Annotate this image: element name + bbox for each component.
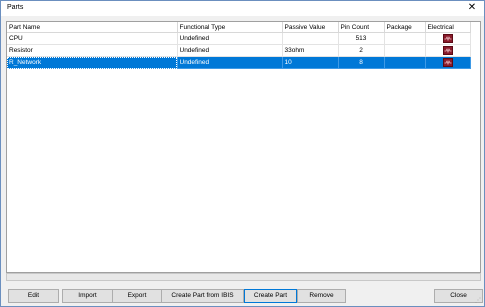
cell-pin-count[interactable]: 513 [338, 32, 385, 45]
cell-package[interactable] [384, 44, 426, 57]
cell-electrical[interactable] [425, 32, 471, 45]
close-icon[interactable]: ✕ [466, 2, 478, 14]
import-button[interactable]: Import [62, 289, 113, 303]
cell-part-name[interactable]: CPU [7, 32, 178, 45]
cell-functional-type[interactable]: Undefined [177, 56, 283, 69]
electrical-model-icon[interactable] [442, 58, 453, 67]
table-row[interactable]: CPU Undefined 513 [7, 32, 471, 45]
table-header-row: Part Name Functional Type Passive Value … [7, 22, 471, 33]
column-header-passive-value[interactable]: Passive Value [282, 22, 339, 33]
cell-passive-value[interactable] [282, 32, 339, 45]
parts-dialog: Parts ✕ Part Name Functional Type Passiv… [0, 0, 485, 307]
horizontal-scrollbar[interactable] [6, 273, 481, 281]
create-part-from-ibis-button[interactable]: Create Part from IBIS [161, 289, 244, 303]
window-title: Parts [7, 4, 24, 11]
button-bar: Edit Import Export Create Part from IBIS… [1, 289, 484, 304]
parts-table: Part Name Functional Type Passive Value … [7, 22, 471, 69]
cell-part-name[interactable]: Resistor [7, 44, 178, 57]
electrical-model-icon[interactable] [442, 34, 453, 43]
title-bar: Parts ✕ [1, 1, 484, 16]
cell-passive-value[interactable]: 10 [282, 56, 339, 69]
column-header-electrical[interactable]: Electrical [425, 22, 471, 33]
cell-functional-type[interactable]: Undefined [177, 32, 283, 45]
parts-table-container: Part Name Functional Type Passive Value … [6, 21, 481, 273]
cell-package[interactable] [384, 32, 426, 45]
table-row-selected[interactable]: R_Network Undefined 10 8 [7, 56, 471, 69]
cell-functional-type[interactable]: Undefined [177, 44, 283, 57]
edit-button[interactable]: Edit [8, 289, 59, 303]
cell-package[interactable] [384, 56, 426, 69]
export-button[interactable]: Export [112, 289, 162, 303]
cell-part-name[interactable]: R_Network [7, 56, 178, 69]
create-part-button[interactable]: Create Part [244, 289, 297, 303]
column-header-pin-count[interactable]: Pin Count [338, 22, 385, 33]
column-header-package[interactable]: Package [384, 22, 426, 33]
electrical-model-icon[interactable] [442, 46, 453, 55]
cell-electrical[interactable] [425, 44, 471, 57]
cell-passive-value[interactable]: 33ohm [282, 44, 339, 57]
resize-grip-icon[interactable]: ⋰ [475, 297, 483, 305]
cell-electrical[interactable] [425, 56, 471, 69]
column-header-part-name[interactable]: Part Name [7, 22, 178, 33]
remove-button[interactable]: Remove [297, 289, 346, 303]
cell-pin-count[interactable]: 8 [338, 56, 385, 69]
table-row[interactable]: Resistor Undefined 33ohm 2 [7, 44, 471, 57]
column-header-functional-type[interactable]: Functional Type [177, 22, 283, 33]
cell-pin-count[interactable]: 2 [338, 44, 385, 57]
